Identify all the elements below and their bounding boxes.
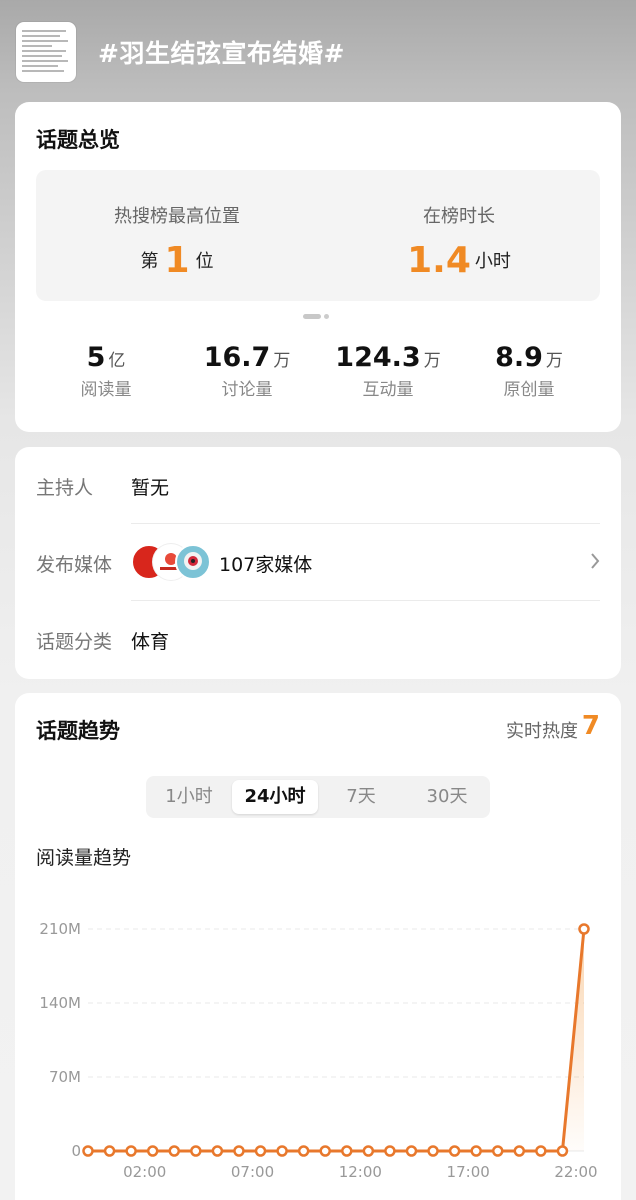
carousel-dot-active [303,314,321,319]
series-line [88,928,586,1153]
tab-7-days[interactable]: 7天 [318,780,404,814]
time-range-tabs: 1小时 24小时 7天 30天 [146,776,490,818]
hot-rank-value: 第1位 [36,240,318,281]
data-point[interactable] [211,1145,224,1157]
stat-discussions-label: 讨论量 [221,380,273,400]
tab-30-days[interactable]: 30天 [404,780,490,814]
x-tick-label: 07:00 [231,1163,274,1181]
duration-unit: 小时 [474,251,511,272]
carousel-dot [324,314,329,319]
hot-rank-suffix: 位 [195,251,214,272]
category-value: 体育 [131,631,170,653]
media-row[interactable]: 发布媒体 107家媒体 [15,524,621,601]
heat-value: 7 [581,711,600,741]
data-point[interactable] [103,1145,116,1157]
media-label: 发布媒体 [36,554,113,576]
x-tick-label: 22:00 [554,1163,597,1181]
category-row: 话题分类 体育 [15,601,621,678]
stat-discussions-value: 16.7 [203,342,271,373]
data-point[interactable] [233,1145,245,1157]
tab-1-hour[interactable]: 1小时 [146,780,232,814]
data-point[interactable] [578,923,590,935]
stat-discussions[interactable]: 16.7 万 讨论量 [177,342,317,400]
data-point[interactable] [341,1145,353,1157]
topic-header: #羽生结弦宣布结婚# [0,0,636,104]
host-row: 主持人 暂无 [15,447,621,524]
article-thumbnail[interactable] [16,22,76,82]
x-tick-label: 17:00 [447,1163,490,1181]
data-point[interactable] [470,1145,482,1157]
media-logo-icon [175,544,211,580]
data-point[interactable] [405,1145,418,1157]
hot-rank-prefix: 第 [140,251,159,272]
hot-rank-number: 1 [164,240,190,281]
category-label: 话题分类 [36,631,113,653]
data-point[interactable] [384,1145,396,1157]
data-point[interactable] [448,1145,461,1157]
media-logos [131,544,213,580]
stat-originals-unit: 万 [545,351,563,371]
data-point[interactable] [513,1145,526,1157]
duration-value: 1.4 小时 [318,240,600,281]
y-tick-label: 0 [71,1142,81,1160]
data-point[interactable] [535,1145,547,1157]
data-point[interactable] [125,1145,137,1157]
data-point[interactable] [362,1145,375,1157]
hot-rank-box: 热搜榜最高位置 第1位 在榜时长 1.4 小时 [36,170,600,301]
trend-title: 话题趋势 [36,719,120,743]
data-point[interactable] [297,1145,310,1157]
y-tick-label: 140M [39,994,81,1012]
data-point[interactable] [556,1145,569,1157]
hot-rank-label: 热搜榜最高位置 [114,206,240,227]
x-tick-label: 12:00 [339,1163,382,1181]
trend-card: 话题趋势 实时热度 7 1小时 24小时 7天 30天 阅读量趋势 0 70M 14… [15,693,621,1200]
data-point[interactable] [168,1145,181,1157]
data-point[interactable] [276,1145,288,1157]
duration-number: 1.4 [407,240,471,281]
data-point[interactable] [427,1145,439,1157]
stat-interactions-value: 124.3 [335,342,421,373]
media-value: 107家媒体 [219,554,313,576]
overview-card: 话题总览 热搜榜最高位置 第1位 在榜时长 1.4 小时 5亿 阅读量 16.7 万… [15,102,621,432]
duration-label: 在榜时长 [423,206,495,227]
info-card: 主持人 暂无 发布媒体 107家媒体 话题分类 体育 [15,447,621,679]
stat-interactions[interactable]: 124.3 万 互动量 [318,342,458,400]
data-point[interactable] [82,1145,94,1157]
topic-title: #羽生结弦宣布结婚# [98,39,345,68]
data-point[interactable] [146,1145,159,1157]
overview-title: 话题总览 [36,128,120,152]
stat-originals-value: 8.9 [495,342,543,373]
heat-label: 实时热度 [506,721,578,742]
carousel-dots [303,306,332,325]
stat-originals[interactable]: 8.9 万 原创量 [459,342,599,400]
host-value: 暂无 [131,477,170,499]
data-point[interactable] [491,1145,504,1157]
stat-discussions-unit: 万 [273,351,291,371]
host-label: 主持人 [36,477,94,499]
stat-reads-label: 阅读量 [80,380,132,400]
stat-interactions-label: 互动量 [362,380,414,400]
stat-interactions-unit: 万 [423,351,441,371]
data-point[interactable] [254,1145,267,1157]
read-trend-title: 阅读量趋势 [36,847,132,869]
y-tick-label: 70M [49,1068,81,1086]
y-tick-label: 210M [39,920,81,938]
stat-reads-unit: 亿 [108,351,126,371]
data-point[interactable] [319,1145,331,1157]
stat-reads-value: 5 [86,342,106,373]
tab-24-hours[interactable]: 24小时 [232,780,318,814]
chevron-right-icon[interactable] [589,551,601,575]
read-trend-chart: 0 70M 140M 210M 02:00 07:00 12:00 17:00 22:00 [39,920,597,1181]
stat-reads[interactable]: 5亿 阅读量 [36,342,176,400]
data-point[interactable] [190,1145,202,1157]
x-tick-label: 02:00 [123,1163,166,1181]
stat-originals-label: 原创量 [503,380,555,400]
